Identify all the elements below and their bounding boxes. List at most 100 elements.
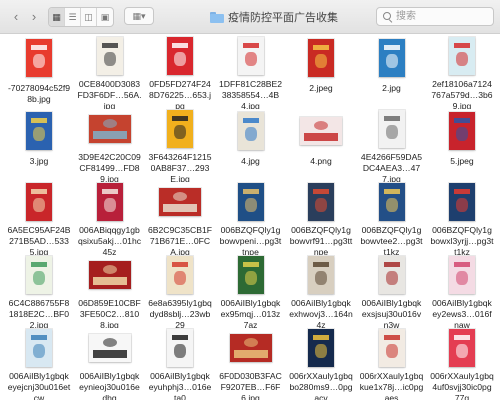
search-icon [383, 12, 393, 24]
file-item[interactable]: 4E4266F59DA5DC4AEA3…477.jpg [361, 109, 423, 182]
file-name-label: 006BZQFQly1gbowvpeni…pg3ttnpe [219, 225, 282, 255]
thumbnail-area [220, 182, 282, 222]
file-item[interactable]: 0CE8400D3083FD3F6DF…56A.jpg [78, 36, 142, 109]
file-item[interactable]: 006AiIBly1gbqkex95mqj…013z7az [220, 255, 282, 328]
poster-thumbnail-icon [26, 183, 52, 221]
finder-window: ‹ › ▦ ☰ ◫ ▣ ▦▾ 疫情防控平面广告收集 -70278094c52f9… [0, 0, 500, 400]
file-name-label: 0FD5FD274F248D76225…653.jpg [148, 79, 212, 109]
file-name-label: 3.jpg [29, 156, 49, 166]
photo-thumbnail-icon [88, 261, 131, 289]
file-item[interactable]: 2.jpg [361, 36, 423, 109]
gallery-view-icon[interactable]: ▣ [97, 8, 113, 26]
file-item[interactable]: 1DFF81C28BE238358554…4B4.jpg [218, 36, 283, 109]
poster-thumbnail-icon [378, 110, 405, 148]
arrange-grid-icon[interactable]: ▦▾ [124, 7, 154, 25]
file-name-label: 6B2C9C35CB1F71B671E…0FCA.jpg [148, 225, 212, 255]
file-item[interactable]: 6B2C9C35CB1F71B671E…0FCA.jpg [148, 182, 212, 255]
search-box[interactable] [376, 7, 494, 26]
file-item[interactable]: 4.png [290, 109, 352, 182]
file-item[interactable]: 2.jpeg [290, 36, 352, 109]
file-item[interactable]: 2ef18106a7124767a579d…3b69.jpg [431, 36, 493, 109]
file-name-label: 6F0D030B3FACF9207EB…F6F6.jpg [219, 371, 282, 400]
file-item[interactable]: 006AiIBly1gbqkeynieoj30u016edhg [79, 328, 141, 400]
column-view-icon[interactable]: ◫ [81, 8, 97, 26]
photo-thumbnail-icon [88, 115, 131, 143]
file-item[interactable]: 006rXXauly1gbq4uf0svjj30ic0pg77g [430, 328, 494, 400]
file-item[interactable]: 006AiIBly1gbqkeyuhphj3…016eta0 [149, 328, 211, 400]
thumbnail-area [290, 255, 352, 295]
photo-thumbnail-icon [159, 188, 201, 216]
poster-thumbnail-icon [308, 256, 334, 294]
file-name-label: -70278094c52f98b.jpg [7, 83, 71, 104]
poster-thumbnail-icon [308, 183, 334, 221]
file-item[interactable]: 006AiIBly1gbqkey2ews3…016fnaw [431, 255, 493, 328]
icon-view-icon[interactable]: ▦ [49, 8, 65, 26]
file-item[interactable]: 6e8a6395ly1gbqdyd8sblj…23wb29 [148, 255, 212, 328]
file-name-label: 2.jpeg [309, 83, 333, 93]
folder-icon [210, 11, 224, 23]
chevron-left-icon[interactable]: ‹ [8, 7, 24, 25]
poster-thumbnail-icon [449, 183, 475, 221]
poster-thumbnail-icon [449, 256, 475, 294]
search-input[interactable] [396, 9, 486, 24]
file-item[interactable]: 006BZQFQly1gbowxl3yrjj…pg3tt1kz [430, 182, 494, 255]
thumbnail-area [431, 182, 493, 222]
file-item[interactable]: 006AiIBly1gbqkeyejcnj30u016etcw [8, 328, 70, 400]
thumbnail-area [220, 109, 282, 153]
photo-thumbnail-icon [229, 334, 272, 362]
window-title: 疫情防控平面广告收集 [228, 12, 338, 24]
thumbnail-area [79, 36, 141, 76]
file-item[interactable]: 006BZQFQly1gbowvpeni…pg3ttnpe [220, 182, 282, 255]
file-name-label: 4E4266F59DA5DC4AEA3…477.jpg [360, 152, 423, 182]
poster-thumbnail-icon [378, 256, 405, 294]
thumbnail-area [8, 36, 70, 80]
file-item[interactable]: 006BZQFQly1gbowvtee2…pg3tt1kz [360, 182, 423, 255]
file-item[interactable]: 006rXXauly1gbqbo280ms9…0pgacv [289, 328, 353, 400]
thumbnail-area [361, 109, 423, 149]
file-item[interactable]: 06D859E10CBF3FE50C2…8108.jpg [78, 255, 141, 328]
thumbnail-area [361, 182, 423, 222]
file-item[interactable]: -70278094c52f98b.jpg [8, 36, 70, 109]
thumbnail-area [8, 182, 70, 222]
file-name-label: 3F643264F12150AB8F37…293E.jpg [148, 152, 212, 182]
thumbnail-area [220, 328, 282, 368]
file-item[interactable]: 6F0D030B3FACF9207EB…F6F6.jpg [219, 328, 282, 400]
thumbnail-area [290, 182, 352, 222]
file-item[interactable]: 6C4C886755F81818E2C…BF02.jpg [8, 255, 70, 328]
file-item[interactable]: 3F643264F12150AB8F37…293E.jpg [148, 109, 212, 182]
thumbnail-area [431, 109, 493, 153]
file-item[interactable]: 006BZQFQly1gbowvrf91…pg3ttnpe [290, 182, 352, 255]
file-name-label: 2.jpg [382, 83, 401, 93]
file-name-label: 1DFF81C28BE238358554…4B4.jpg [218, 79, 283, 109]
file-item[interactable]: 006rXXauly1gbqkue1x78j…ic0pgaes [360, 328, 423, 400]
file-item[interactable]: 3D9E42C20C09CF81499…FD89.jpg [78, 109, 141, 182]
poster-thumbnail-icon [449, 37, 475, 75]
thumbnail-area [149, 328, 211, 368]
thumbnail-area [8, 255, 70, 295]
poster-thumbnail-icon [26, 39, 52, 77]
file-item[interactable]: 006AiIBly1gbqkexhwovj3…164n4z [289, 255, 353, 328]
poster-thumbnail-icon [88, 334, 131, 362]
chevron-right-icon[interactable]: › [26, 7, 42, 25]
poster-thumbnail-icon [26, 256, 52, 294]
file-item[interactable]: 6A5EC95AF24B271B5AD…5335.jpg [7, 182, 71, 255]
poster-thumbnail-icon [300, 117, 342, 145]
thumbnail-area [8, 328, 70, 368]
thumbnail-area [79, 109, 141, 149]
file-item[interactable]: 0FD5FD274F248D76225…653.jpg [149, 36, 211, 109]
file-name-label: 3D9E42C20C09CF81499…FD89.jpg [78, 152, 141, 182]
window-title-group: 疫情防控平面广告收集 [210, 9, 338, 25]
file-name-label: 006AiIBly1gbqkeyuhphj3…016eta0 [148, 371, 212, 400]
poster-thumbnail-icon [449, 112, 475, 150]
thumbnail-area [361, 36, 423, 80]
file-item[interactable]: 006ABiqqgy1gbqsixu5akj…01hc45z [78, 182, 141, 255]
poster-thumbnail-icon [26, 112, 52, 150]
file-item[interactable]: 4.jpg [220, 109, 282, 182]
file-item[interactable]: 5.jpeg [431, 109, 493, 182]
file-item[interactable]: 006AiIBly1gbqkexsjsuj30u016vn3w [361, 255, 423, 328]
file-item[interactable]: 3.jpg [8, 109, 70, 182]
file-name-label: 006BZQFQly1gbowvtee2…pg3tt1kz [360, 225, 423, 255]
file-name-label: 6e8a6395ly1gbqdyd8sblj…23wb29 [148, 298, 212, 328]
list-view-icon[interactable]: ☰ [65, 8, 81, 26]
poster-thumbnail-icon [308, 39, 334, 77]
